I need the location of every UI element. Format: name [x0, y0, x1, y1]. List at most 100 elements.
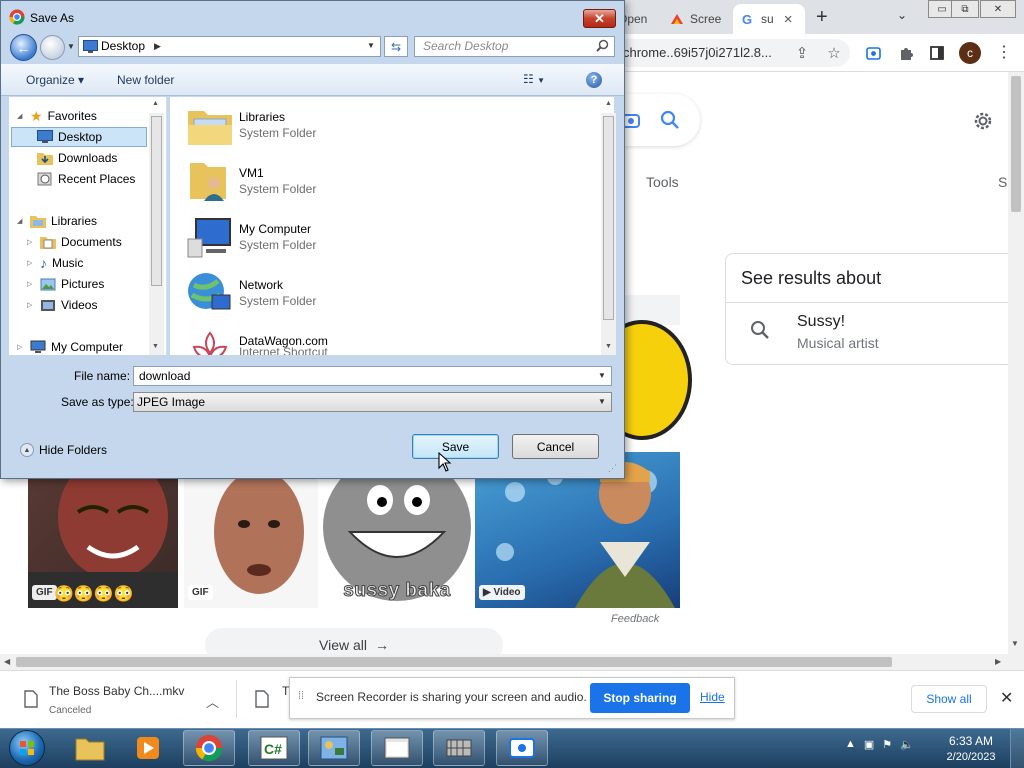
nav-item-videos[interactable]: ▷ Videos	[27, 295, 97, 315]
file-name-dropdown-chevron-icon[interactable]: ▼	[598, 371, 606, 380]
show-all-button[interactable]: Show all	[911, 685, 987, 713]
taskbar-csharp-app[interactable]: C#	[248, 730, 300, 766]
address-dropdown-chevron-icon[interactable]: ▼	[367, 41, 375, 50]
feedback-link[interactable]: Feedback	[611, 613, 659, 625]
tab-search-chevron-icon[interactable]: ⌄	[897, 8, 907, 22]
cast-icon[interactable]	[864, 44, 882, 62]
taskbar-media-player[interactable]	[122, 730, 174, 766]
search-icon[interactable]	[596, 39, 609, 52]
taskbar-control-panel[interactable]	[308, 730, 360, 766]
extensions-puzzle-icon[interactable]	[897, 44, 915, 62]
window-close-button[interactable]: ✕	[980, 0, 1016, 18]
forward-arrow-icon[interactable]	[40, 35, 65, 60]
show-hidden-icons-icon[interactable]: ▲	[845, 738, 856, 751]
resize-grip-icon[interactable]: ⋰	[608, 463, 617, 474]
file-item-datawagon[interactable]: DataWagon.com Internet Shortcut	[186, 325, 506, 355]
taskbar-network-app[interactable]	[433, 730, 485, 766]
close-downloads-bar-icon[interactable]: ✕	[1000, 688, 1013, 708]
tab-screen-recorder[interactable]: Scree	[662, 4, 730, 34]
stop-sharing-button[interactable]: Stop sharing	[590, 683, 690, 713]
tools-tab[interactable]: Tools	[646, 174, 679, 190]
file-item-vm1[interactable]: VM1 System Folder	[186, 157, 506, 209]
collapsed-triangle-icon[interactable]: ▷	[27, 301, 35, 309]
address-breadcrumb[interactable]: Desktop	[101, 39, 145, 53]
save-as-type-chevron-icon[interactable]: ▼	[598, 397, 606, 406]
show-desktop-button[interactable]	[1010, 729, 1024, 768]
bookmark-star-icon[interactable]: ☆	[825, 44, 843, 62]
vertical-scroll-thumb[interactable]	[1011, 76, 1021, 212]
file-name-value[interactable]: download	[139, 369, 190, 383]
scroll-down-arrow-icon[interactable]: ▼	[152, 343, 159, 350]
back-arrow-icon[interactable]: ←	[10, 34, 37, 61]
action-center-flag-icon[interactable]: ⚑	[882, 738, 892, 751]
taskbar-explorer[interactable]	[64, 730, 116, 766]
more-menu-icon[interactable]: ⋮	[996, 42, 1012, 62]
new-folder-button[interactable]: New folder	[117, 73, 174, 87]
change-view-button[interactable]: ☷ ▼	[523, 72, 545, 86]
entity-link-sussy[interactable]: Sussy!	[797, 313, 845, 331]
scroll-right-arrow-icon[interactable]: ▶	[995, 657, 1001, 666]
taskbar-chrome[interactable]	[183, 730, 235, 766]
expanded-triangle-icon[interactable]: ◢	[17, 217, 25, 225]
expanded-triangle-icon[interactable]: ◢	[17, 112, 25, 120]
dialog-close-button[interactable]: ✕	[583, 9, 616, 28]
cancel-button[interactable]: Cancel	[512, 434, 599, 459]
safesearch-tab-partial[interactable]: S	[998, 174, 1007, 190]
nav-item-downloads[interactable]: Downloads	[37, 148, 117, 168]
start-button[interactable]	[9, 730, 45, 766]
tab-google-search[interactable]: G su ×	[733, 4, 805, 34]
hide-banner-link[interactable]: Hide	[700, 690, 725, 704]
collapsed-triangle-icon[interactable]: ▷	[27, 238, 35, 246]
restore-button[interactable]: ⧉	[951, 0, 979, 18]
chevron-up-icon[interactable]: ︿	[206, 692, 219, 711]
nav-item-recent-places[interactable]: Recent Places	[37, 169, 135, 189]
new-tab-button[interactable]: +	[816, 6, 828, 29]
nav-item-my-computer[interactable]: ▷ My Computer	[17, 337, 123, 357]
nav-pane-scroll-thumb[interactable]	[151, 116, 162, 286]
nav-item-pictures[interactable]: ▷ Pictures	[27, 274, 104, 294]
collapsed-triangle-icon[interactable]: ▷	[17, 343, 25, 351]
close-tab-icon[interactable]: ×	[784, 11, 793, 28]
taskbar-screen-recorder[interactable]	[496, 730, 548, 766]
save-button[interactable]: Save	[412, 434, 499, 459]
file-item-libraries[interactable]: Libraries System Folder	[186, 101, 506, 153]
nav-item-favorites[interactable]: ◢ ★ Favorites	[17, 106, 97, 126]
collapsed-triangle-icon[interactable]: ▷	[27, 259, 35, 267]
scroll-left-arrow-icon[interactable]: ◀	[4, 657, 10, 666]
scroll-up-arrow-icon[interactable]: ▲	[605, 100, 612, 107]
file-name-input[interactable]	[133, 366, 612, 386]
nav-item-libraries[interactable]: ◢ Libraries	[17, 211, 97, 231]
horizontal-scroll-thumb[interactable]	[16, 657, 892, 667]
nav-item-desktop[interactable]: Desktop	[11, 127, 147, 147]
network-status-icon[interactable]: ▣	[864, 738, 874, 751]
settings-gear-icon[interactable]	[971, 109, 995, 133]
help-icon[interactable]: ?	[586, 72, 602, 88]
organize-menu-button[interactable]: Organize ▾	[26, 73, 84, 87]
refresh-icon[interactable]: ⇆	[384, 36, 408, 57]
nav-item-music[interactable]: ▷ ♪ Music	[27, 253, 83, 273]
drag-handle-icon[interactable]: ⁞⁞	[298, 690, 304, 702]
nav-item-documents[interactable]: ▷ Documents	[27, 232, 122, 252]
file-item-my-computer[interactable]: My Computer System Folder	[186, 213, 506, 265]
file-item-network[interactable]: Network System Folder	[186, 269, 506, 321]
file-list-scroll-thumb[interactable]	[603, 116, 614, 320]
file-icon	[24, 690, 38, 708]
nav-item-label: Documents	[61, 235, 122, 249]
scroll-down-arrow-icon[interactable]: ▼	[605, 343, 612, 350]
download-item-name[interactable]: The Boss Baby Ch....mkv	[49, 684, 184, 698]
taskbar-save-dialog[interactable]	[371, 730, 423, 766]
collapsed-triangle-icon[interactable]: ▷	[27, 280, 35, 288]
side-panel-icon[interactable]	[928, 44, 946, 62]
scroll-down-arrow-icon[interactable]: ▼	[1011, 639, 1019, 648]
hide-folders-toggle[interactable]: ▲ Hide Folders	[20, 443, 107, 457]
share-icon[interactable]: ⇪	[793, 44, 811, 62]
profile-avatar[interactable]: c	[959, 42, 981, 64]
scroll-up-arrow-icon[interactable]: ▲	[152, 100, 159, 107]
volume-icon[interactable]: 🔈	[900, 738, 914, 751]
search-icon[interactable]	[660, 110, 680, 130]
breadcrumb-arrow-icon[interactable]: ▶	[154, 41, 161, 52]
clock-time[interactable]: 6:33 AM	[948, 734, 994, 748]
clock-date[interactable]: 2/20/2023	[944, 751, 998, 763]
media-player-icon	[137, 737, 159, 759]
recent-locations-chevron-icon[interactable]: ▼	[67, 42, 75, 51]
